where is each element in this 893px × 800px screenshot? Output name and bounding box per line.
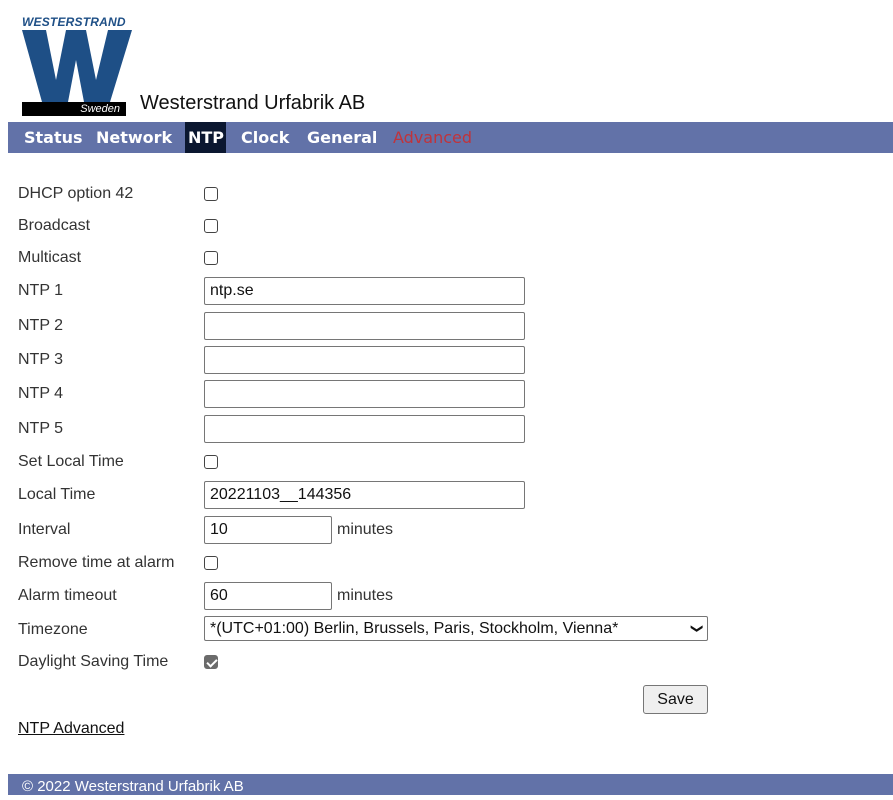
ntp5-label: NTP 5 [18,420,64,437]
dhcp-option42-label: DHCP option 42 [18,185,134,202]
nav-item-network[interactable]: Network [94,122,174,153]
set-local-time-label: Set Local Time [18,453,124,470]
nav-item-clock[interactable]: Clock [239,122,291,153]
broadcast-label: Broadcast [18,217,91,234]
footer: © 2022 Westerstrand Urfabrik AB [8,774,893,795]
local-time-input[interactable]: 20221103__144356 [204,481,525,509]
dhcp-option42-checkbox[interactable] [204,187,218,201]
nav-item-ntp[interactable]: NTP [185,122,226,153]
nav-item-general[interactable]: General [305,122,379,153]
remove-time-at-alarm-checkbox[interactable] [204,556,218,570]
ntp-advanced-link[interactable]: NTP Advanced [18,720,124,738]
timezone-select[interactable]: *(UTC+01:00) Berlin, Brussels, Paris, St… [204,616,708,641]
ntp4-label: NTP 4 [18,385,64,402]
alarm-timeout-label: Alarm timeout [18,587,117,604]
interval-input[interactable]: 10 [204,516,332,544]
interval-label: Interval [18,521,71,538]
company-name: Westerstrand Urfabrik AB [140,92,366,114]
alarm-timeout-unit: minutes [337,587,394,604]
chevron-down-icon: ❯ [690,623,705,634]
remove-time-at-alarm-label: Remove time at alarm [18,554,175,571]
alarm-timeout-input[interactable]: 60 [204,582,332,610]
set-local-time-checkbox[interactable] [204,455,218,469]
ntp3-label: NTP 3 [18,351,64,368]
local-time-label: Local Time [18,486,96,503]
ntp5-input[interactable] [204,415,525,443]
page-frame: WESTERSTRAND Sweden Westerstrand Urfabri… [8,8,893,795]
interval-unit: minutes [337,521,394,538]
logo-w-mark [22,30,132,102]
ntp1-label: NTP 1 [18,282,64,299]
broadcast-checkbox[interactable] [204,219,218,233]
daylight-saving-time-label: Daylight Saving Time [18,653,169,670]
timezone-selected-value: *(UTC+01:00) Berlin, Brussels, Paris, St… [210,620,619,637]
daylight-saving-time-checkbox[interactable] [204,655,218,669]
footer-copyright: © 2022 Westerstrand Urfabrik AB [22,778,244,795]
nav-item-advanced[interactable]: Advanced [391,122,474,153]
save-button[interactable]: Save [643,685,708,714]
timezone-label: Timezone [18,621,88,638]
ntp2-input[interactable] [204,312,525,340]
ntp1-input[interactable]: ntp.se [204,277,525,305]
westerstrand-logo: WESTERSTRAND Sweden [22,15,134,117]
ntp4-input[interactable] [204,380,525,408]
logo-brand-text: WESTERSTRAND [22,15,126,29]
ntp3-input[interactable] [204,346,525,374]
main-nav: Status Network NTP Clock General Advance… [8,122,893,153]
logo-country: Sweden [22,102,126,116]
multicast-label: Multicast [18,249,82,266]
ntp2-label: NTP 2 [18,317,64,334]
multicast-checkbox[interactable] [204,251,218,265]
header: WESTERSTRAND Sweden Westerstrand Urfabri… [8,8,893,122]
nav-item-status[interactable]: Status [22,122,85,153]
